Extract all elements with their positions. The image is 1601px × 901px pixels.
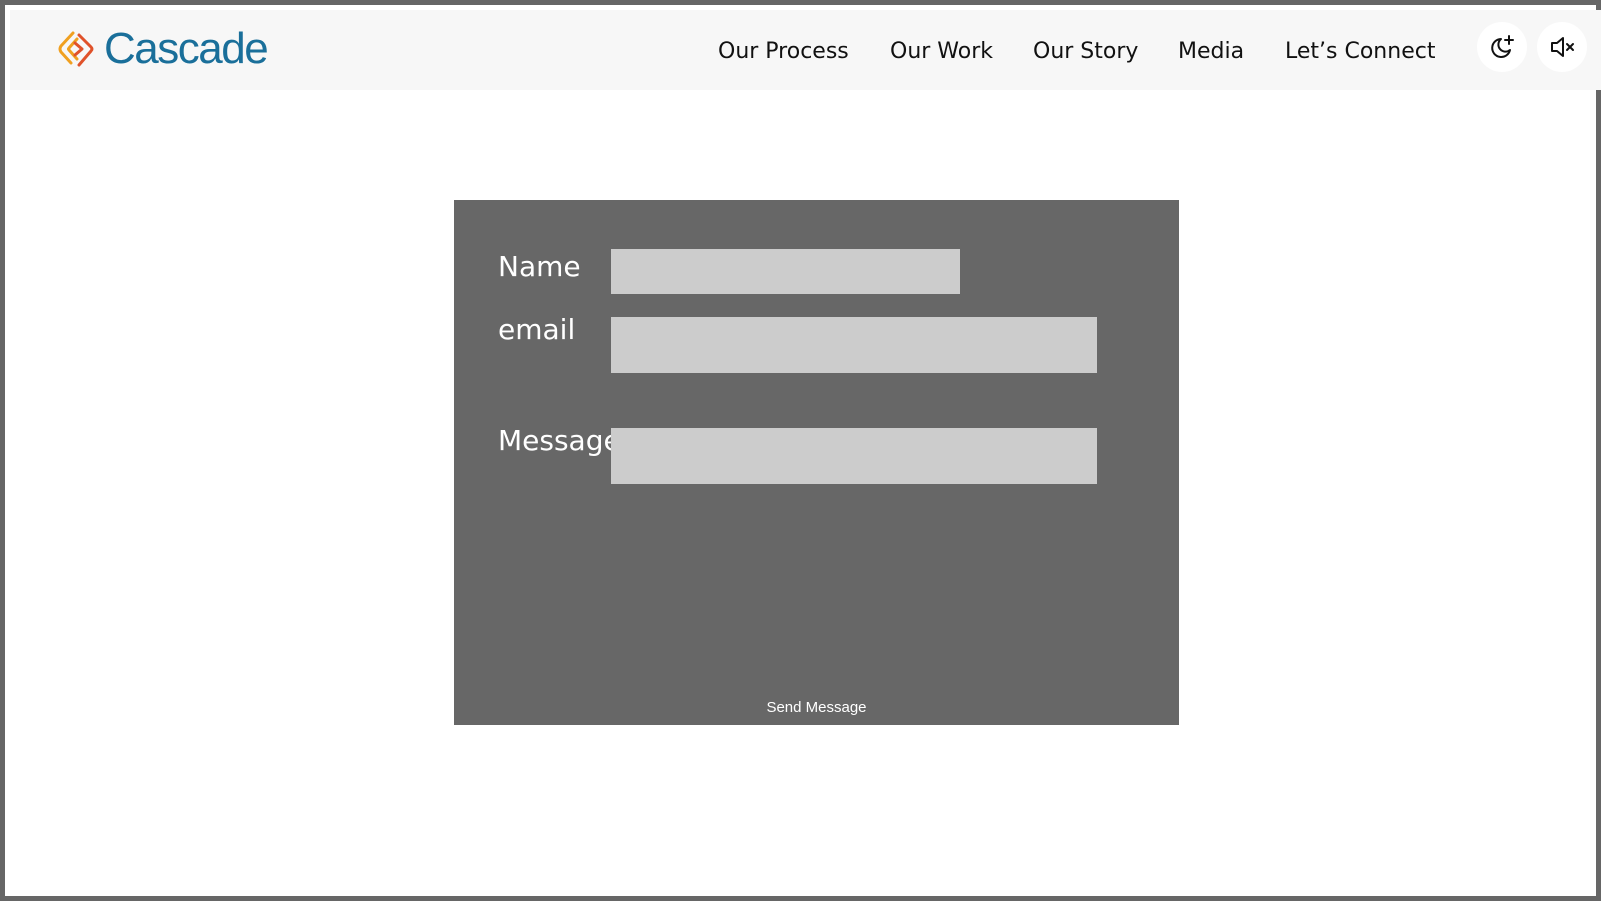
nav-lets-connect[interactable]: Let’s Connect: [1285, 34, 1435, 70]
nav-our-story[interactable]: Our Story: [1033, 34, 1138, 70]
send-message-button[interactable]: Send Message: [754, 696, 879, 720]
name-field[interactable]: [611, 249, 960, 294]
moon-sparkle-icon: [1491, 35, 1514, 58]
theme-toggle-button[interactable]: [1477, 22, 1527, 72]
site-header: Cascade Our Process Our Work Our Story M…: [10, 10, 1601, 90]
message-label: Message: [498, 424, 621, 457]
contact-form: Name email Message Send Message: [454, 200, 1179, 725]
cascade-logo-icon: [58, 31, 94, 67]
mute-toggle-button[interactable]: [1537, 22, 1587, 72]
site-logo[interactable]: Cascade: [56, 24, 269, 74]
name-label: Name: [498, 250, 581, 283]
speaker-muted-icon: [1551, 37, 1574, 57]
email-field[interactable]: [611, 317, 1097, 373]
nav-media[interactable]: Media: [1178, 34, 1244, 70]
message-field[interactable]: [611, 428, 1097, 484]
logo-wordmark: Cascade: [104, 24, 269, 73]
browser-frame: Cascade Our Process Our Work Our Story M…: [0, 0, 1601, 901]
email-label: email: [498, 313, 576, 346]
nav-our-work[interactable]: Our Work: [890, 34, 993, 70]
nav-our-process[interactable]: Our Process: [718, 34, 849, 70]
